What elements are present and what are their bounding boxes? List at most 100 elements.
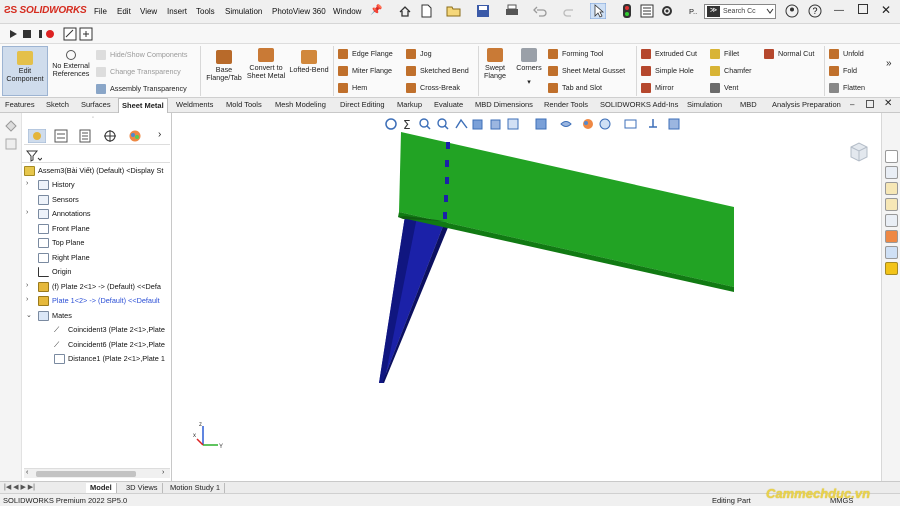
simple-hole-button[interactable]: Simple Hole xyxy=(641,66,694,77)
restore-document-button[interactable] xyxy=(866,100,874,108)
swept-flange-button[interactable]: Swept Flange xyxy=(480,48,510,80)
scroll-left-icon[interactable]: ‹ xyxy=(26,469,28,476)
save-icon[interactable] xyxy=(476,4,490,18)
panel-horizontal-scrollbar[interactable]: ‹ › xyxy=(24,468,170,478)
no-external-references-button[interactable]: No External References xyxy=(50,50,92,78)
gear-icon[interactable] xyxy=(660,4,674,18)
dimxpert-tab-icon[interactable] xyxy=(101,129,119,143)
tree-item-plate2[interactable]: › (f) Plate 2<1> -> (Default) <<Defa xyxy=(26,282,161,293)
expand-arrow-icon[interactable]: › xyxy=(26,296,28,303)
close-document-button[interactable]: ✕ xyxy=(884,98,892,109)
tree-item-coincident6[interactable]: ⟋ Coincident6 (Plate 2<1>,Plate xyxy=(54,340,165,351)
stop-icon[interactable] xyxy=(22,29,32,39)
minimize-window-button[interactable]: — xyxy=(834,5,844,16)
corners-button[interactable]: Corners ▾ xyxy=(513,48,545,86)
tab-analysis-preparation[interactable]: Analysis Preparation xyxy=(772,100,841,109)
vent-button[interactable]: Vent xyxy=(710,83,738,94)
menu-insert[interactable]: Insert xyxy=(167,7,187,16)
tab-evaluate[interactable]: Evaluate xyxy=(434,100,463,109)
tree-item-origin[interactable]: Origin xyxy=(38,267,71,278)
tree-item-distance1[interactable]: Distance1 (Plate 2<1>,Plate 1 xyxy=(54,354,165,365)
normal-cut-button[interactable]: Normal Cut xyxy=(764,49,814,60)
search-dropdown-icon[interactable] xyxy=(766,7,774,15)
tab-sheet-metal[interactable]: Sheet Metal xyxy=(118,98,168,113)
tab-weldments[interactable]: Weldments xyxy=(176,100,213,109)
edge-flange-button[interactable]: Edge Flange xyxy=(338,49,393,60)
corners-dropdown-icon[interactable]: ▾ xyxy=(513,78,545,86)
add-ins-m-icon[interactable] xyxy=(885,262,898,275)
tree-item-right-plane[interactable]: Right Plane xyxy=(38,253,90,264)
tree-item-mates[interactable]: ⌄ Mates xyxy=(26,311,72,322)
menu-view[interactable]: View xyxy=(140,7,157,16)
menu-tools[interactable]: Tools xyxy=(196,7,215,16)
profile-menu[interactable]: P.. xyxy=(689,7,697,16)
pin-panel-icon[interactable] xyxy=(4,137,18,151)
view-palette-icon[interactable] xyxy=(885,214,898,227)
tab-direct-editing[interactable]: Direct Editing xyxy=(340,100,385,109)
tree-item-history[interactable]: › History xyxy=(26,180,75,191)
fillet-button[interactable]: Fillet xyxy=(710,49,739,60)
new-document-icon[interactable] xyxy=(419,4,433,18)
home-icon[interactable] xyxy=(398,4,412,18)
undo-icon[interactable] xyxy=(533,4,547,18)
macro-edit-icon[interactable] xyxy=(63,27,77,41)
record-icon[interactable] xyxy=(38,28,58,40)
file-explorer-icon[interactable] xyxy=(885,198,898,211)
tree-item-coincident3[interactable]: ⟋ Coincident3 (Plate 2<1>,Plate xyxy=(54,325,165,336)
menu-simulation[interactable]: Simulation xyxy=(225,7,262,16)
tab-sketch[interactable]: Sketch xyxy=(46,100,69,109)
tab-mbd[interactable]: MBD xyxy=(740,100,757,109)
traffic-light-icon[interactable] xyxy=(622,4,632,18)
tab-and-slot-button[interactable]: Tab and Slot xyxy=(548,83,602,94)
miter-flange-button[interactable]: Miter Flange xyxy=(338,66,392,77)
collapse-arrow-icon[interactable]: ⌄ xyxy=(26,311,32,319)
open-folder-icon[interactable] xyxy=(446,4,462,18)
jog-button[interactable]: Jog xyxy=(406,49,432,60)
menu-edit[interactable]: Edit xyxy=(117,7,131,16)
filter-icon[interactable] xyxy=(26,150,42,162)
unfold-button[interactable]: Unfold xyxy=(829,49,864,60)
custom-properties-icon[interactable] xyxy=(885,246,898,259)
plate-1-green[interactable] xyxy=(398,132,734,292)
edit-component-button[interactable]: Edit Component xyxy=(2,46,48,96)
minimize-document-button[interactable]: – xyxy=(850,100,854,109)
tab-mold-tools[interactable]: Mold Tools xyxy=(226,100,262,109)
lofted-bend-button[interactable]: Lofted-Bend xyxy=(286,50,332,74)
graphics-area[interactable]: Σ z Y x xyxy=(173,113,881,481)
scroll-right-icon[interactable]: › xyxy=(162,469,164,476)
tab-mesh-modeling[interactable]: Mesh Modeling xyxy=(275,100,326,109)
bottom-tabs-nav-icon[interactable]: |◀ ◀ ▶ ▶| xyxy=(4,483,35,491)
view-indicator-icon[interactable] xyxy=(845,139,871,165)
expand-arrow-icon[interactable]: › xyxy=(26,180,28,187)
menu-window[interactable]: Window xyxy=(333,7,361,16)
panel-tabs-more-icon[interactable]: › xyxy=(158,129,161,140)
tree-item-plate1[interactable]: › Plate 1<2> -> (Default) <<Default xyxy=(26,296,160,307)
cross-break-button[interactable]: Cross-Break xyxy=(406,83,460,94)
tree-root-assembly[interactable]: Assem3(Bài Viết) (Default) <Display St xyxy=(24,166,163,177)
design-library-icon[interactable] xyxy=(885,182,898,195)
menu-photoview[interactable]: PhotoView 360 xyxy=(272,7,326,16)
sheet-metal-gusset-button[interactable]: Sheet Metal Gusset xyxy=(548,66,625,77)
feature-manager-tab-icon[interactable] xyxy=(28,129,46,143)
play-icon[interactable] xyxy=(8,29,18,39)
expand-arrow-icon[interactable]: › xyxy=(26,282,28,289)
more-commands-chevron-icon[interactable]: » xyxy=(886,58,892,69)
maximize-window-button[interactable] xyxy=(858,4,868,14)
display-manager-tab-icon[interactable] xyxy=(126,129,144,143)
print-icon[interactable] xyxy=(505,4,519,18)
pin-icon[interactable]: 📌 xyxy=(370,5,382,16)
expand-arrow-icon[interactable]: › xyxy=(26,209,28,216)
tab-surfaces[interactable]: Surfaces xyxy=(81,100,111,109)
solidworks-resources-icon[interactable] xyxy=(885,166,898,179)
hide-show-components-button[interactable]: Hide/Show Components xyxy=(96,50,188,61)
home-task-icon[interactable] xyxy=(885,150,898,163)
fold-button[interactable]: Fold xyxy=(829,66,857,77)
tree-item-annotations[interactable]: › Annotations xyxy=(26,209,91,220)
close-window-button[interactable]: ✕ xyxy=(881,3,891,17)
file-properties-icon[interactable] xyxy=(640,4,654,18)
tree-item-sensors[interactable]: Sensors xyxy=(38,195,79,206)
forming-tool-button[interactable]: Forming Tool xyxy=(548,49,603,60)
panel-splitter-handle[interactable]: ◦ xyxy=(92,115,94,121)
change-transparency-button[interactable]: Change Transparency xyxy=(96,67,181,78)
flatten-button[interactable]: Flatten xyxy=(829,83,865,94)
